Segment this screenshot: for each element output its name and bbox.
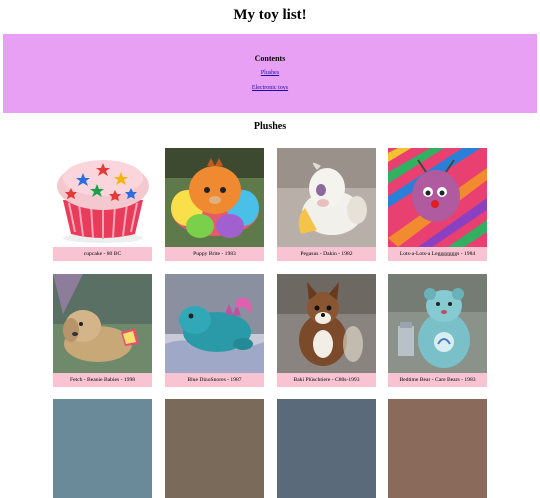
- toy-caption: Pegasus - Dakin - 1982: [277, 247, 376, 261]
- toy-caption: Fetch - Beanie Babies - 1998: [53, 373, 152, 387]
- toy-photo-partial: [53, 399, 152, 498]
- toy-card: Pegasus - Dakin - 1982: [277, 148, 376, 261]
- toy-grid: cupcake - 80 BC Puppy Brite - 1983 Pegas…: [0, 0, 540, 498]
- toy-photo-cupcake: [53, 148, 152, 247]
- toy-photo-bedtime-bear: [388, 274, 487, 373]
- toy-photo-blue-dinosnores: [165, 274, 264, 373]
- toy-card: Baki Plüschtiere - C80s-1993: [277, 274, 376, 387]
- toy-card: Bedtime Bear - Care Bears - 1983: [388, 274, 487, 387]
- toy-photo-pegasus: [277, 148, 376, 247]
- toy-photo-fetch: [53, 274, 152, 373]
- toy-card: Puppy Brite - 1983: [165, 148, 264, 261]
- toy-card: [277, 399, 376, 498]
- toy-card: Fetch - Beanie Babies - 1998: [53, 274, 152, 387]
- toy-caption: Baki Plüschtiere - C80s-1993: [277, 373, 376, 387]
- toy-card: Blue DinoSnores - 1987: [165, 274, 264, 387]
- toy-card: cupcake - 80 BC: [53, 148, 152, 261]
- toy-caption: Puppy Brite - 1983: [165, 247, 264, 261]
- toy-card: [53, 399, 152, 498]
- toy-photo-partial: [277, 399, 376, 498]
- toy-caption: Blue DinoSnores - 1987: [165, 373, 264, 387]
- toy-caption: cupcake - 80 BC: [53, 247, 152, 261]
- toy-caption: Lots-a-Lots-a Legggggggs - 1984: [388, 247, 487, 261]
- toy-photo-lots-a-legs: [388, 148, 487, 247]
- toy-caption: Bedtime Bear - Care Bears - 1983: [388, 373, 487, 387]
- toy-photo-partial: [388, 399, 487, 498]
- toy-card: [165, 399, 264, 498]
- toy-card: [388, 399, 487, 498]
- toy-card: Lots-a-Lots-a Legggggggs - 1984: [388, 148, 487, 261]
- toy-photo-partial: [165, 399, 264, 498]
- toy-photo-fox: [277, 274, 376, 373]
- toy-photo-puppy-brite: [165, 148, 264, 247]
